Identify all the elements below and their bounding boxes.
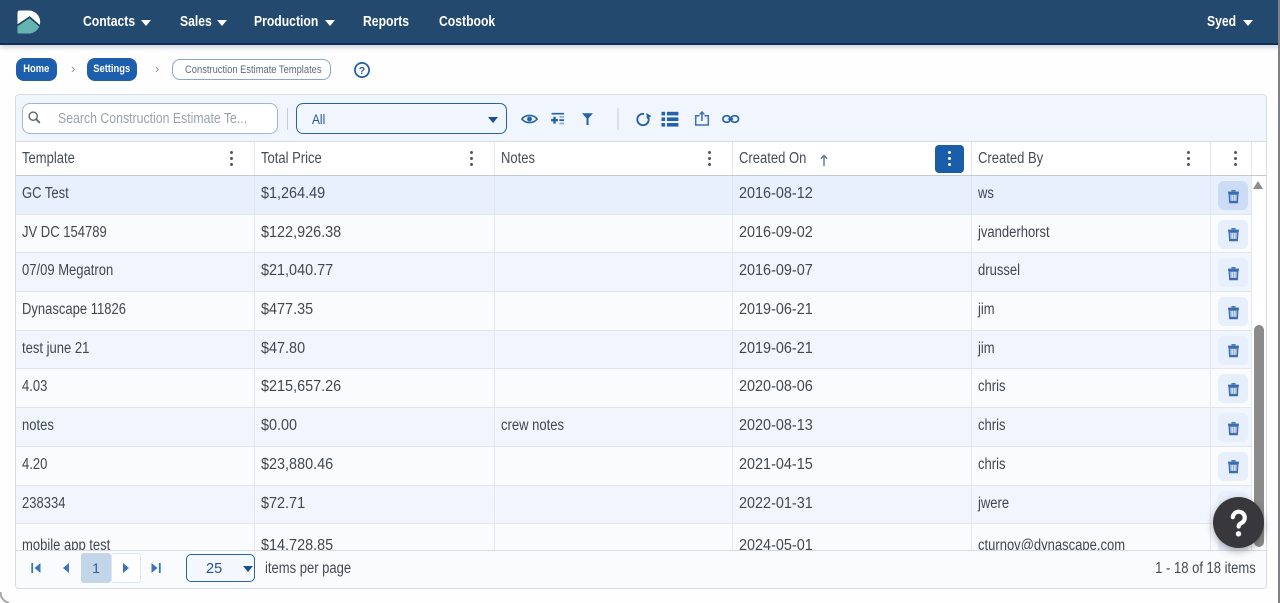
svg-text:?: ? <box>359 65 365 77</box>
